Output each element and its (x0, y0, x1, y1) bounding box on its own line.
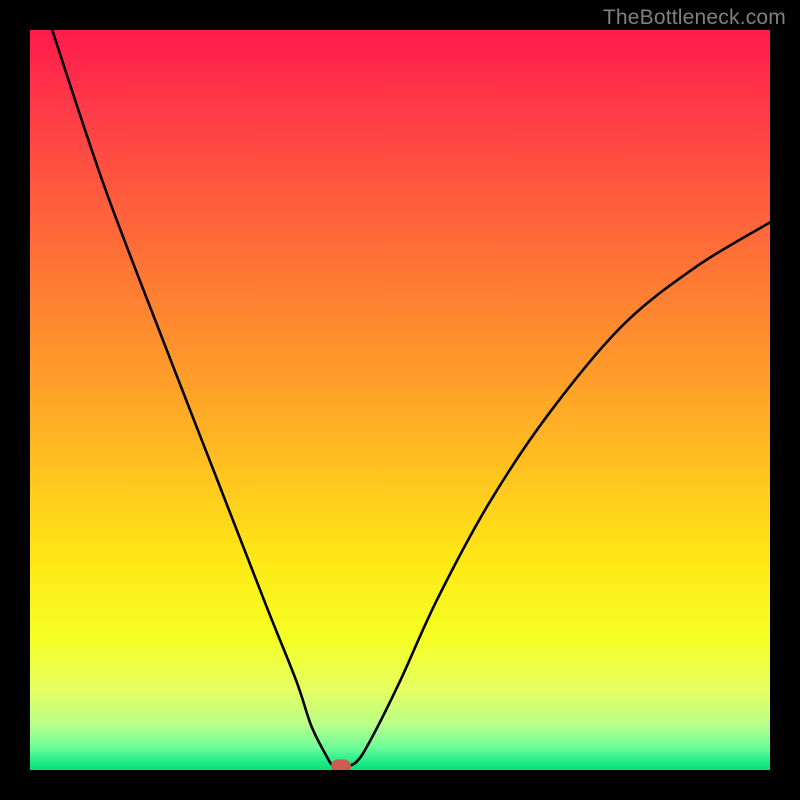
watermark-text: TheBottleneck.com (603, 6, 786, 30)
bottleneck-curve (30, 30, 770, 770)
outer-frame: TheBottleneck.com (0, 0, 800, 800)
plot-area (30, 30, 770, 770)
optimal-point-marker (331, 760, 351, 770)
curve-path (52, 30, 770, 767)
